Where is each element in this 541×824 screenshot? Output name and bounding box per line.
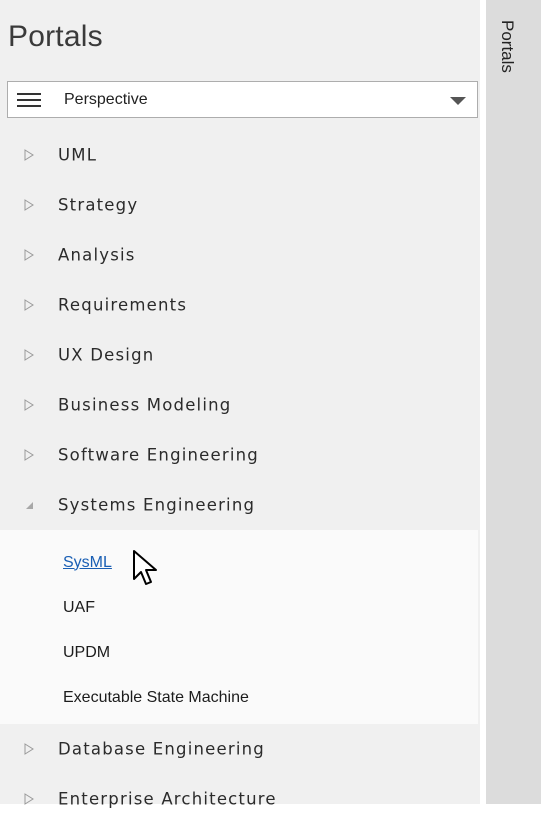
tree-item-database-engineering[interactable]: Database Engineering [0,724,478,774]
portals-panel: Portals Perspective UML Strategy Analysi… [0,0,480,809]
portal-link-label[interactable]: UAF [63,599,95,617]
portal-link-uaf[interactable]: UAF [0,585,478,630]
portal-link-label[interactable]: UPDM [63,644,110,662]
portal-link-label[interactable]: Executable State Machine [63,689,249,707]
tree-item-label: Strategy [58,195,139,215]
expanded-arrow-icon[interactable] [22,498,36,512]
portals-side-tab[interactable] [486,0,541,804]
perspective-dropdown[interactable]: Perspective [7,81,478,118]
tree-item-business-modeling[interactable]: Business Modeling [0,380,478,430]
collapsed-arrow-icon[interactable] [22,298,36,312]
tree-item-label: Analysis [58,245,136,265]
tree-item-label: UML [58,145,98,165]
collapsed-arrow-icon[interactable] [22,742,36,756]
tree-item-analysis[interactable]: Analysis [0,230,478,280]
tree-item-label: Systems Engineering [58,495,256,515]
tree-item-label: Business Modeling [58,395,232,415]
collapsed-arrow-icon[interactable] [22,198,36,212]
portal-link-label[interactable]: SysML [63,554,112,572]
chevron-down-icon[interactable] [450,97,466,105]
collapsed-arrow-icon[interactable] [22,448,36,462]
tree-item-systems-engineering[interactable]: Systems Engineering [0,480,478,530]
tree-item-ux-design[interactable]: UX Design [0,330,478,380]
portal-tree: UML Strategy Analysis Requirements UX De… [0,130,478,824]
portal-link-sysml[interactable]: SysML [0,540,478,585]
tree-item-label: Requirements [58,295,188,315]
collapsed-arrow-icon[interactable] [22,398,36,412]
perspective-selected-value: Perspective [64,91,148,108]
panel-title: Portals [8,20,103,53]
tree-item-label: Enterprise Architecture [58,789,277,809]
tree-item-uml[interactable]: UML [0,130,478,180]
collapsed-arrow-icon[interactable] [22,348,36,362]
systems-engineering-children: SysML UAF UPDM Executable State Machine [0,530,478,724]
side-tab-label[interactable]: Portals [497,20,517,73]
collapsed-arrow-icon[interactable] [22,148,36,162]
tree-item-software-engineering[interactable]: Software Engineering [0,430,478,480]
portal-link-updm[interactable]: UPDM [0,630,478,675]
mouse-pointer-icon [133,550,157,585]
collapsed-arrow-icon[interactable] [22,248,36,262]
hamburger-menu-icon [17,93,41,107]
portal-link-executable-state-machine[interactable]: Executable State Machine [0,675,478,720]
tree-item-requirements[interactable]: Requirements [0,280,478,330]
tree-item-enterprise-architecture[interactable]: Enterprise Architecture [0,774,478,824]
tree-item-label: Software Engineering [58,445,259,465]
tree-item-strategy[interactable]: Strategy [0,180,478,230]
tree-item-label: UX Design [58,345,155,365]
tree-item-label: Database Engineering [58,739,265,759]
